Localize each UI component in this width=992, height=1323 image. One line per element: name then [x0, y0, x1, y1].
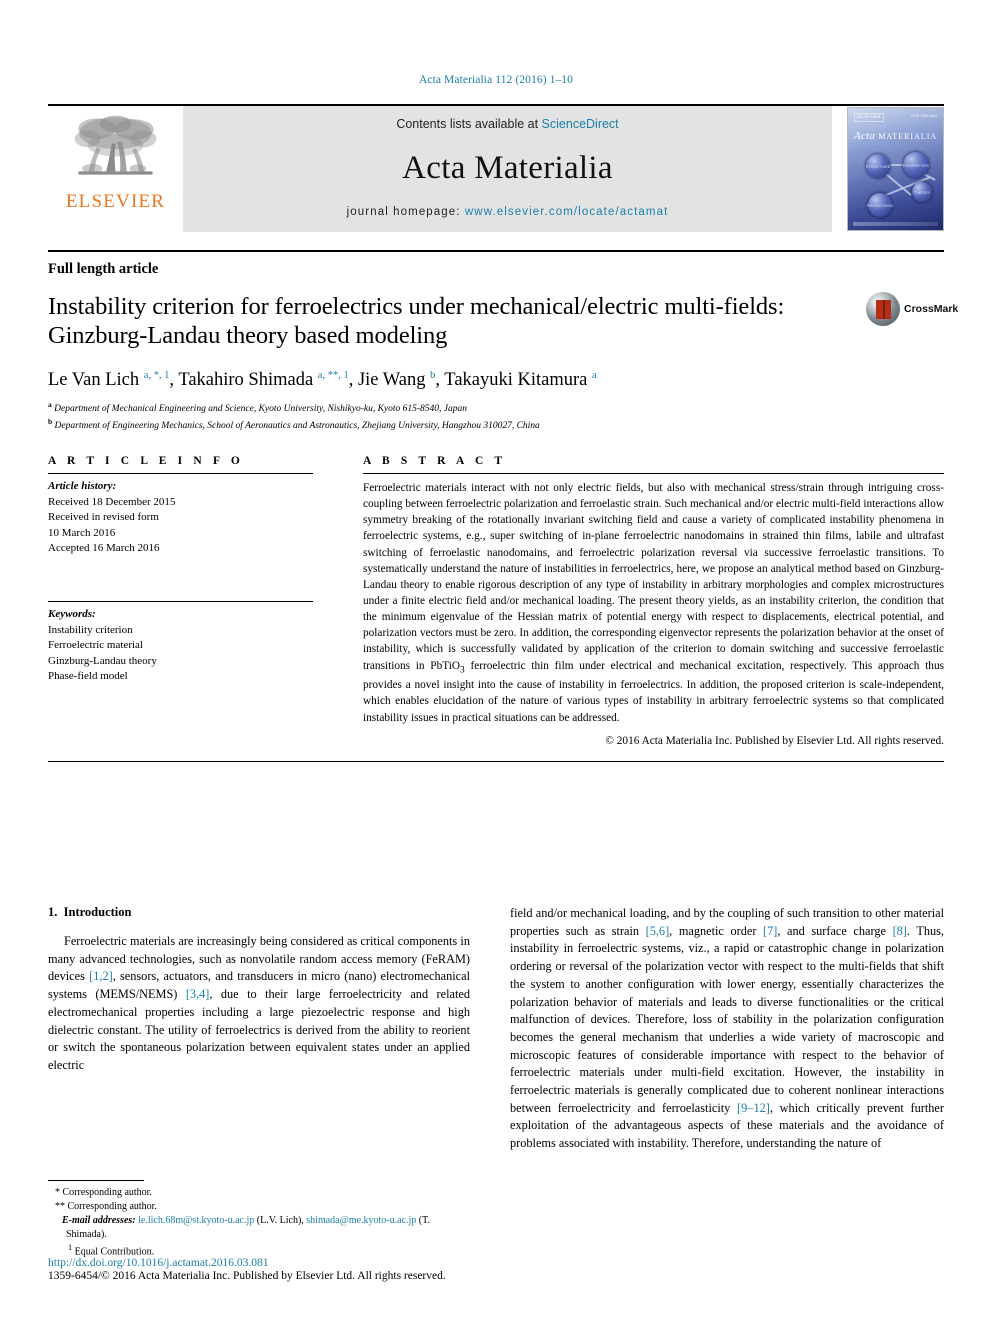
elsevier-tree-icon [74, 115, 157, 175]
divider [48, 473, 313, 474]
cover-title: Acta MATERIALIA [848, 130, 943, 142]
article-history-label: Article history: [48, 480, 117, 492]
keywords-list: Keywords: Instability criterion Ferroele… [48, 607, 313, 685]
affiliation-marker: b [48, 417, 53, 427]
affiliation-item: a Department of Mechanical Engineering a… [48, 400, 944, 417]
divider [363, 473, 944, 474]
footnote-emails: E-mail addresses: le.lich.68m@st.kyoto-u… [48, 1214, 470, 1242]
section-number: 1. [48, 905, 58, 919]
section-heading: 1. Introduction [48, 905, 470, 920]
cover-issn: ISSN 1359-6454 [911, 114, 937, 118]
crossmark-badge[interactable]: CrossMark [866, 280, 958, 338]
article-history: Article history: Received 18 December 20… [48, 479, 313, 557]
cover-title-caps: MATERIALIA [878, 132, 938, 141]
history-item: Received in revised form [48, 511, 159, 524]
body-column-right: field and/or mechanical loading, and by … [510, 905, 944, 1153]
section-title: Introduction [63, 905, 132, 919]
elsevier-wordmark: ELSEVIER [65, 191, 166, 212]
footnote-corresponding-1: * Corresponding author. [55, 1187, 152, 1198]
keyword-item: Ferroelectric material [48, 639, 143, 652]
footnote-corresponding-2: ** Corresponding author. [55, 1201, 157, 1212]
email-label: E-mail addresses: [62, 1215, 136, 1226]
email-link-1[interactable]: le.lich.68m@st.kyoto-u.ac.jp [138, 1215, 254, 1226]
cover-node: PROCESSING [867, 193, 893, 217]
text-run: , magnetic order [669, 923, 764, 938]
divider [48, 760, 944, 762]
intro-paragraph-right: field and/or mechanical loading, and by … [510, 905, 944, 1153]
affiliation-item: b Department of Engineering Mechanics, S… [48, 417, 944, 434]
citation-ref[interactable]: [8] [893, 924, 907, 938]
contents-prefix: Contents lists available at [396, 117, 542, 131]
cover-title-italic: Acta [853, 130, 876, 142]
journal-title: Acta Materialia [402, 150, 613, 186]
crossmark-icon [866, 292, 900, 326]
article-info-column: A R T I C L E I N F O Article history: R… [48, 455, 313, 747]
article-type-label: Full length article [48, 261, 159, 277]
masthead-center: Contents lists available at ScienceDirec… [183, 106, 832, 232]
sciencedirect-link[interactable]: ScienceDirect [542, 117, 619, 131]
cover-node: STRUCTURE [866, 154, 890, 178]
cover-node: PROPERTIES [903, 152, 929, 178]
footnote-divider [48, 1180, 144, 1181]
history-item: 10 March 2016 [48, 526, 116, 539]
page-title: Instability criterion for ferroelectrics… [48, 293, 785, 350]
email-link-2[interactable]: shimada@me.kyoto-u.ac.jp [306, 1215, 416, 1226]
homepage-url-link[interactable]: www.elsevier.com/locate/actamat [465, 206, 668, 218]
article-header: Full length article Instability criterio… [48, 250, 958, 434]
article-info-heading: A R T I C L E I N F O [48, 455, 244, 467]
text-run: . Thus, instability in ferroelectric sys… [510, 923, 945, 1115]
cover-footer-bar [853, 222, 938, 226]
keyword-item: Ginzburg-Landau theory [48, 654, 157, 667]
keyword-item: Phase-field model [48, 670, 128, 683]
cover-node: THEORY [912, 182, 932, 202]
keywords-label: Keywords: [48, 608, 96, 621]
footnote-block: * Corresponding author. ** Corresponding… [48, 1180, 470, 1259]
abstract-copyright: © 2016 Acta Materialia Inc. Published by… [605, 734, 944, 747]
journal-cover-image: ELSEVIER ISSN 1359-6454 Acta MATERIALIA … [847, 107, 944, 231]
email-owner-1: (L.V. Lich), [254, 1215, 307, 1226]
affiliation-text: Department of Mechanical Engineering and… [54, 404, 468, 415]
doi-block: http://dx.doi.org/10.1016/j.actamat.2016… [48, 1257, 518, 1282]
footnote-marker: 1 [68, 1243, 73, 1252]
history-item: Accepted 16 March 2016 [48, 542, 160, 555]
issn-copyright-line: 1359-6454/© 2016 Acta Materialia Inc. Pu… [48, 1270, 446, 1282]
history-item: Received 18 December 2015 [48, 495, 176, 508]
body-column-left: 1. Introduction Ferroelectric materials … [48, 905, 470, 1153]
journal-homepage-line: journal homepage: www.elsevier.com/locat… [347, 206, 669, 218]
abstract-column: A B S T R A C T Ferroelectric materials … [313, 455, 944, 747]
cover-elsevier-mark: ELSEVIER [854, 113, 884, 122]
doi-link[interactable]: http://dx.doi.org/10.1016/j.actamat.2016… [48, 1257, 518, 1269]
citation-ref[interactable]: [1,2] [89, 969, 113, 983]
author-list: Le Van Lich a, *, 1, Takahiro Shimada a,… [48, 370, 597, 391]
homepage-prefix: journal homepage: [346, 206, 465, 218]
info-abstract-band: A R T I C L E I N F O Article history: R… [48, 455, 944, 762]
abstract-text: Ferroelectric materials interact with no… [363, 480, 944, 726]
citation-ref[interactable]: [9–12] [737, 1101, 770, 1115]
affiliation-text: Department of Engineering Mechanics, Sch… [54, 421, 540, 432]
abstract-paragraph: Ferroelectric materials interact with no… [363, 482, 944, 724]
text-run: , and surface charge [777, 923, 893, 938]
intro-paragraph-left: Ferroelectric materials are increasingly… [48, 933, 470, 1075]
body-columns: 1. Introduction Ferroelectric materials … [48, 905, 944, 1153]
affiliation-list: a Department of Mechanical Engineering a… [48, 400, 944, 434]
citation-ref[interactable]: [7] [763, 924, 777, 938]
crossmark-label: CrossMark [904, 303, 959, 315]
journal-masthead: ELSEVIER Contents lists available at Sci… [48, 104, 944, 232]
footnote-equal-text: Equal Contribution. [74, 1246, 155, 1258]
citation-ref[interactable]: [3,4] [186, 987, 210, 1001]
citation-ref[interactable]: [5,6] [646, 924, 670, 938]
running-head: Acta Materialia 112 (2016) 1–10 [418, 74, 574, 86]
paper-page: Acta Materialia 112 (2016) 1–10 ELSEVIER… [0, 0, 992, 1323]
masthead-right: ELSEVIER ISSN 1359-6454 Acta MATERIALIA … [832, 106, 944, 232]
divider [48, 601, 313, 603]
keyword-item: Instability criterion [48, 623, 133, 636]
publisher-logo: ELSEVIER [48, 106, 183, 232]
abstract-heading: A B S T R A C T [363, 455, 507, 467]
affiliation-marker: a [48, 400, 52, 410]
contents-line: Contents lists available at ScienceDirec… [396, 117, 618, 131]
